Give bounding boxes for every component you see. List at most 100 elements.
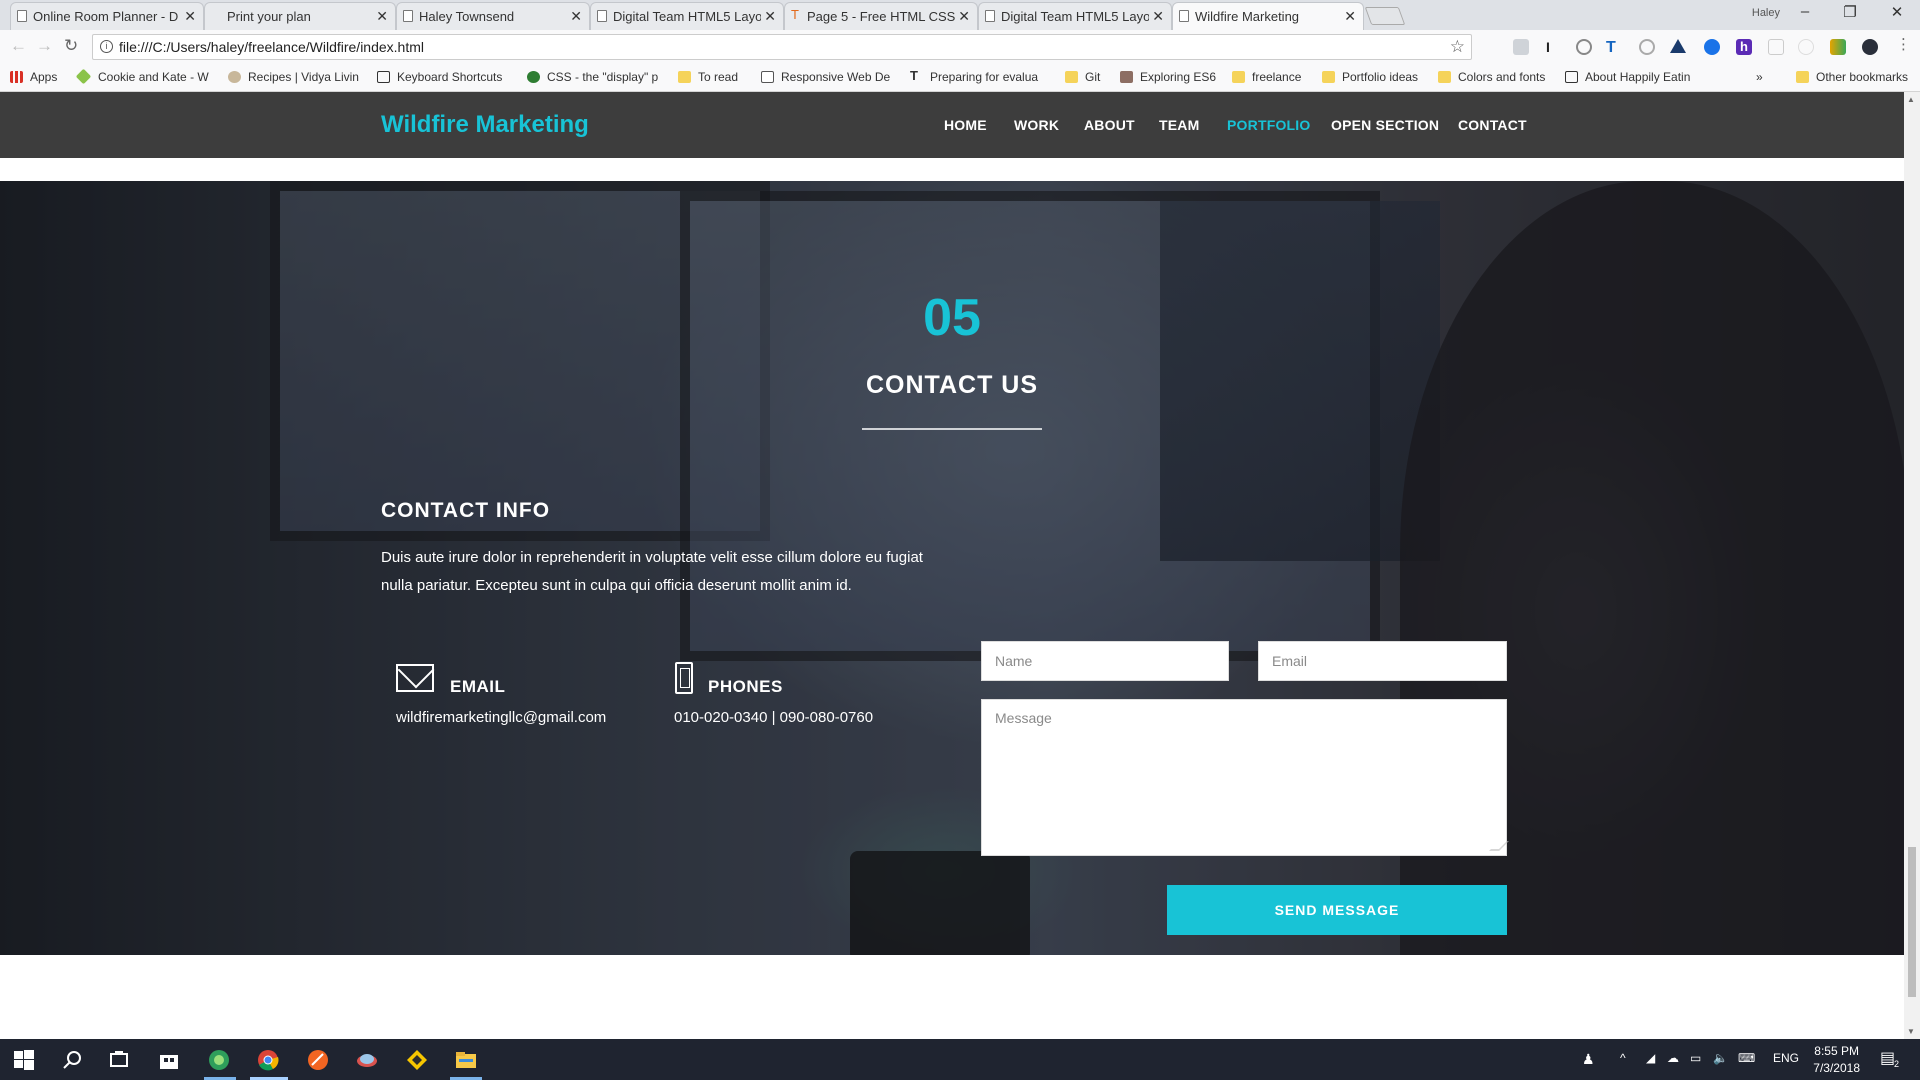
send-message-button[interactable]: SEND MESSAGE <box>1167 885 1507 935</box>
bookmark-item[interactable]: Responsive Web De <box>761 70 890 84</box>
extension-icon[interactable] <box>1704 39 1720 55</box>
drive-icon[interactable] <box>1670 39 1686 53</box>
close-icon[interactable]: ✕ <box>1152 8 1164 25</box>
profile-avatar-icon[interactable] <box>1862 39 1878 55</box>
browser-tab[interactable]: Haley Townsend ✕ <box>396 2 590 30</box>
back-icon[interactable]: ← <box>10 36 27 56</box>
network-icon[interactable]: ◢ <box>1646 1051 1655 1065</box>
windows-taskbar: ♟ ^ ◢ ☁ ▭ 🔈 ⌨ ENG 8:55 PM 7/3/2018 ▤ 2 <box>0 1039 1920 1080</box>
bookmark-star-icon[interactable]: ☆ <box>1450 35 1465 59</box>
bookmark-apps[interactable]: Apps <box>10 70 57 84</box>
bookmark-item[interactable]: Exploring ES6 <box>1120 70 1216 84</box>
address-bar[interactable]: i file:///C:/Users/haley/freelance/Wildf… <box>92 34 1472 60</box>
bookmark-folder[interactable]: Colors and fonts <box>1438 70 1545 84</box>
close-icon[interactable]: ✕ <box>570 8 582 25</box>
battery-icon[interactable]: ▭ <box>1690 1051 1701 1065</box>
bookmark-folder[interactable]: freelance <box>1232 70 1301 84</box>
other-bookmarks-folder[interactable]: Other bookmarks <box>1796 70 1908 84</box>
people-icon[interactable]: ♟ <box>1582 1051 1595 1068</box>
task-view-icon[interactable] <box>108 1049 130 1071</box>
browser-tab[interactable]: Print your plan ✕ <box>204 2 396 30</box>
site-logo[interactable]: Wildfire Marketing <box>381 111 589 139</box>
browser-tab[interactable]: Online Room Planner - D ✕ <box>10 2 204 30</box>
bookmark-item[interactable]: About Happily Eatin <box>1565 70 1690 84</box>
scroll-down-icon[interactable]: ▼ <box>1907 1027 1915 1036</box>
keyboard-icon[interactable]: ⌨ <box>1738 1051 1755 1065</box>
notification-center-icon[interactable]: ▤ <box>1880 1048 1895 1068</box>
nav-about[interactable]: ABOUT <box>1084 117 1135 133</box>
close-window-icon[interactable]: ✕ <box>1882 3 1912 21</box>
close-icon[interactable]: ✕ <box>184 8 196 25</box>
app-icon-green[interactable] <box>208 1049 230 1071</box>
search-icon[interactable] <box>62 1049 84 1071</box>
language-indicator[interactable]: ENG <box>1773 1051 1799 1065</box>
nav-open-section[interactable]: OPEN SECTION <box>1331 117 1439 133</box>
nav-contact[interactable]: CONTACT <box>1458 117 1527 133</box>
message-textarea[interactable] <box>981 699 1507 856</box>
email-input[interactable] <box>1258 641 1507 681</box>
app-icon-cloud[interactable] <box>356 1049 378 1071</box>
windows-start-icon[interactable] <box>14 1050 34 1070</box>
chrome-icon[interactable] <box>257 1049 279 1071</box>
bookmark-label: freelance <box>1252 70 1302 84</box>
chevron-up-icon[interactable]: ^ <box>1620 1051 1626 1065</box>
close-icon[interactable]: ✕ <box>376 8 388 25</box>
profile-name[interactable]: Haley <box>1752 7 1780 19</box>
folder-icon <box>678 71 691 83</box>
scrollbar-thumb[interactable] <box>1908 847 1916 997</box>
close-icon[interactable]: ✕ <box>764 8 776 25</box>
name-input[interactable] <box>981 641 1229 681</box>
extension-icon[interactable] <box>1576 39 1592 55</box>
extension-icon[interactable] <box>1768 39 1784 55</box>
bookmark-folder[interactable]: Portfolio ideas <box>1322 70 1418 84</box>
bookmark-folder[interactable]: Git <box>1065 70 1100 84</box>
browser-tab-active[interactable]: Wildfire Marketing ✕ <box>1172 2 1364 30</box>
nav-team[interactable]: TEAM <box>1159 117 1199 133</box>
nav-portfolio[interactable]: PORTFOLIO <box>1227 117 1310 133</box>
bookmark-item[interactable]: Recipes | Vidya Livin <box>228 70 359 84</box>
minimize-icon[interactable]: – <box>1790 3 1820 20</box>
nav-work[interactable]: WORK <box>1014 117 1059 133</box>
close-icon[interactable]: ✕ <box>958 8 970 25</box>
menu-kebab-icon[interactable]: ⋮ <box>1896 35 1911 53</box>
bookmarks-bar: Apps Cookie and Kate - W Recipes | Vidya… <box>0 64 1920 92</box>
tab-label: Online Room Planner - D <box>33 9 179 24</box>
extension-icon[interactable] <box>1639 39 1655 55</box>
bookmark-item[interactable]: Keyboard Shortcuts <box>377 70 502 84</box>
keyboard-icon <box>377 71 390 83</box>
app-icon-orange[interactable] <box>307 1049 329 1071</box>
bookmark-item[interactable]: CSS - the "display" p <box>527 70 658 84</box>
system-clock[interactable]: 8:55 PM 7/3/2018 <box>1813 1043 1860 1077</box>
page-icon <box>1179 10 1189 22</box>
onedrive-cloud-icon[interactable]: ☁ <box>1667 1051 1679 1065</box>
extension-icon[interactable] <box>1513 39 1529 55</box>
forward-icon[interactable]: → <box>36 36 53 56</box>
app-icon-diamond[interactable] <box>406 1049 428 1071</box>
browser-tab[interactable]: Digital Team HTML5 Layo ✕ <box>978 2 1172 30</box>
info-icon[interactable]: i <box>100 40 113 53</box>
browser-tab[interactable]: T Page 5 - Free HTML CSS ✕ <box>784 2 978 30</box>
bookmark-label: Preparing for evalua <box>930 70 1039 84</box>
volume-icon[interactable]: 🔈 <box>1713 1051 1728 1065</box>
extension-icon[interactable] <box>1798 39 1814 55</box>
extension-t-icon[interactable]: T <box>1606 39 1622 56</box>
extension-icon[interactable] <box>1830 39 1846 55</box>
bookmark-label: Cookie and Kate - W <box>98 70 209 84</box>
bookmark-item[interactable]: T Preparing for evalua <box>910 68 1039 84</box>
store-icon[interactable] <box>158 1049 180 1071</box>
scroll-up-icon[interactable]: ▲ <box>1907 95 1915 104</box>
maximize-icon[interactable]: ❐ <box>1835 3 1865 21</box>
nav-home[interactable]: HOME <box>944 117 987 133</box>
bookmark-folder[interactable]: To read <box>678 70 738 84</box>
bookmarks-overflow-button[interactable]: » <box>1756 70 1763 84</box>
close-icon[interactable]: ✕ <box>1344 8 1356 25</box>
reload-icon[interactable]: ↻ <box>64 36 78 56</box>
bookmark-item[interactable]: Cookie and Kate - W <box>75 68 209 85</box>
file-explorer-icon[interactable] <box>455 1049 477 1071</box>
new-tab-button[interactable] <box>1364 7 1406 25</box>
page-scrollbar[interactable]: ▲ ▼ <box>1904 92 1920 1039</box>
honey-h-icon[interactable]: h <box>1736 39 1752 55</box>
browser-tab[interactable]: Digital Team HTML5 Layo ✕ <box>590 2 784 30</box>
plus-icon <box>75 68 92 85</box>
extension-cursor-icon[interactable]: I <box>1546 39 1562 55</box>
